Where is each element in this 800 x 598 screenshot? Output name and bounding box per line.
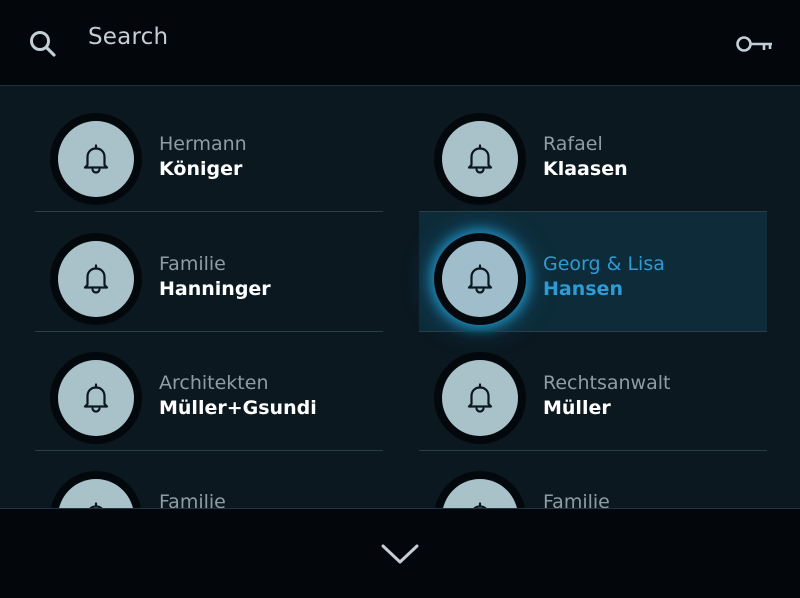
header-bar: Search — [0, 0, 800, 86]
chevron-down-icon[interactable] — [380, 542, 420, 566]
resident-first-line: Familie — [159, 491, 226, 508]
ring-button-face — [58, 479, 134, 508]
resident-last-line: Hansen — [543, 278, 623, 300]
resident-first-line: Rechtsanwalt — [543, 372, 671, 394]
ring-button-face — [442, 360, 518, 436]
bell-icon — [467, 383, 493, 413]
footer-bar — [0, 508, 800, 598]
ring-button-face — [58, 360, 134, 436]
resident-first-line: Familie — [543, 491, 610, 508]
resident-entry[interactable]: Familie — [35, 450, 383, 508]
key-icon[interactable] — [735, 33, 775, 55]
resident-first-line: Hermann — [159, 133, 247, 155]
resident-entry[interactable]: Rechtsanwalt Müller — [419, 331, 767, 451]
resident-entry[interactable]: Rafael Klaasen — [419, 92, 767, 212]
resident-entry[interactable]: Familie — [419, 450, 767, 508]
resident-first-line: Familie — [159, 253, 226, 275]
ring-button[interactable] — [50, 113, 142, 205]
ring-button-face — [442, 121, 518, 197]
resident-first-line: Georg & Lisa — [543, 253, 665, 275]
ring-button-face — [58, 241, 134, 317]
ring-button[interactable] — [434, 113, 526, 205]
resident-entry[interactable]: Georg & Lisa Hansen — [419, 212, 767, 332]
resident-list: Hermann Königer Rafael Klaasen Familie Hannin… — [0, 86, 800, 508]
resident-last-line: Müller — [543, 397, 611, 419]
resident-first-line: Architekten — [159, 372, 269, 394]
resident-entry[interactable]: Hermann Königer — [35, 92, 383, 212]
ring-button-face — [58, 121, 134, 197]
bell-icon — [83, 383, 109, 413]
bell-icon — [467, 264, 493, 294]
doorbell-screen: Search Hermann Königer Rafael Klaasen Famili… — [0, 0, 800, 598]
search-input[interactable]: Search — [88, 24, 168, 50]
ring-button[interactable] — [434, 352, 526, 444]
ring-button[interactable] — [434, 233, 526, 325]
bell-icon — [83, 264, 109, 294]
resident-last-line: Königer — [159, 158, 243, 180]
resident-entry[interactable]: Familie Hanninger — [35, 212, 383, 332]
ring-button[interactable] — [50, 352, 142, 444]
ring-button-face — [442, 241, 518, 317]
ring-button[interactable] — [50, 233, 142, 325]
resident-last-line: Klaasen — [543, 158, 628, 180]
search-icon[interactable] — [28, 29, 58, 59]
bell-icon — [467, 144, 493, 174]
resident-entry[interactable]: Architekten Müller+Gsundi — [35, 331, 383, 451]
ring-button[interactable] — [50, 471, 142, 508]
resident-last-line: Hanninger — [159, 278, 271, 300]
ring-button[interactable] — [434, 471, 526, 508]
resident-first-line: Rafael — [543, 133, 603, 155]
ring-button-face — [442, 479, 518, 508]
resident-last-line: Müller+Gsundi — [159, 397, 317, 419]
bell-icon — [83, 144, 109, 174]
